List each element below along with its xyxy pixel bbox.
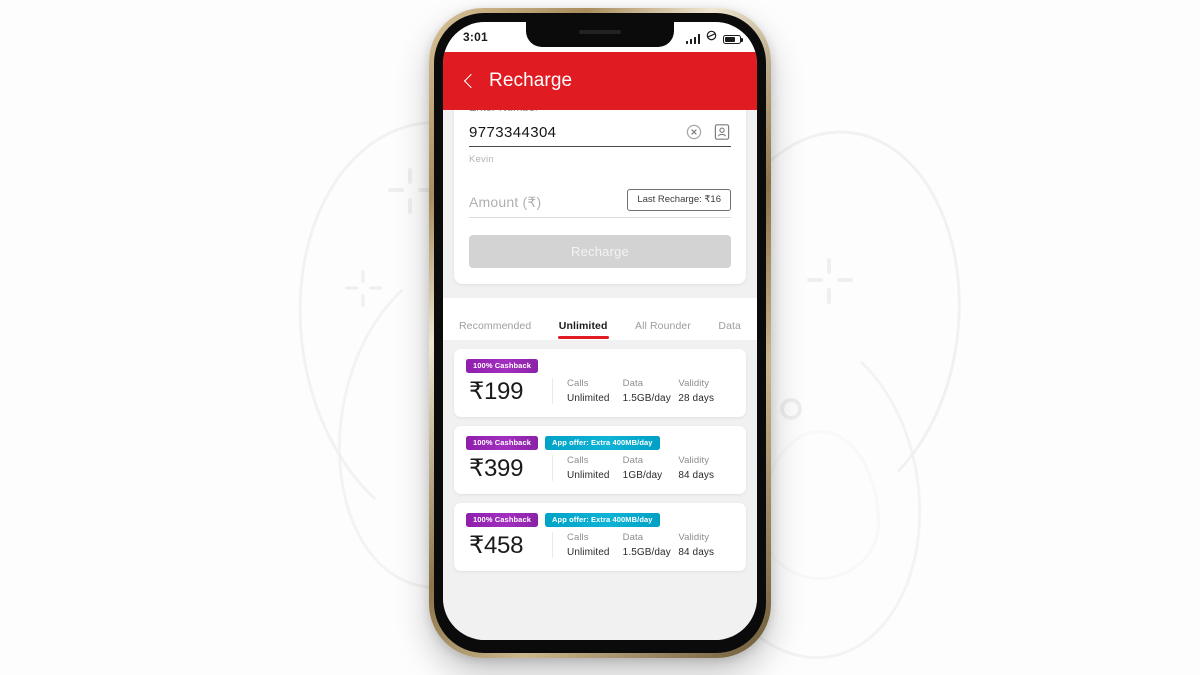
tab-unlimited[interactable]: Unlimited — [557, 320, 609, 340]
plan-card[interactable]: 100% Cashback ₹199 Calls Unlimited Data … — [454, 348, 746, 417]
earpiece-speaker — [579, 30, 621, 34]
spec-value: 1GB/day — [622, 470, 663, 481]
plan-price: ₹199 — [469, 377, 524, 405]
plan-card[interactable]: 100% Cashback App offer: Extra 400MB/day… — [454, 502, 746, 571]
status-bar-clock: 3:01 — [463, 30, 488, 44]
network-icon — [706, 30, 717, 44]
spec-label: Validity — [678, 455, 710, 466]
plan-specs: Calls Unlimited Data 1.5GB/day Validity — [552, 532, 734, 558]
last-recharge-button[interactable]: Last Recharge: ₹16 — [627, 189, 731, 211]
phone-number-row: 9773344304 — [469, 123, 731, 147]
plan-body: ₹399 Calls Unlimited Data 1GB/day Validi… — [466, 454, 734, 483]
phone-number-input[interactable]: 9773344304 — [469, 124, 675, 141]
cashback-badge: 100% Cashback — [466, 358, 539, 373]
plan-category-tabs: Recommended Unlimited All Rounder Data — [443, 297, 757, 340]
page-body: Enter Number 9773344304 — [443, 88, 757, 640]
spec-label: Calls — [567, 455, 589, 466]
spec-value: Unlimited — [567, 393, 610, 404]
plan-badges: 100% Cashback App offer: Extra 400MB/day — [466, 512, 734, 527]
phone-notch — [526, 22, 674, 47]
phone-screen: 3:01 Recharge 9773344304 Kevin Amount (₹… — [443, 22, 757, 640]
spec-label: Calls — [567, 532, 589, 543]
plan-list: 100% Cashback ₹199 Calls Unlimited Data … — [443, 340, 757, 571]
spec-label: Validity — [678, 532, 710, 543]
app-offer-badge: App offer: Extra 400MB/day — [545, 512, 660, 527]
spec-value: 84 days — [678, 547, 715, 558]
spec-value: 84 days — [678, 470, 715, 481]
contact-name-label: Kevin — [469, 154, 494, 165]
tab-all-rounder[interactable]: All Rounder — [635, 320, 691, 340]
contact-card-icon[interactable] — [713, 123, 731, 141]
spec-value: Unlimited — [567, 470, 610, 481]
plan-body: ₹458 Calls Unlimited Data 1.5GB/day Vali… — [466, 531, 734, 560]
plan-specs: Calls Unlimited Data 1GB/day Validity 84… — [552, 455, 734, 481]
status-bar-icons — [685, 30, 743, 44]
recharge-form-card: Enter Number 9773344304 — [454, 88, 746, 284]
plan-spec-validity: Validity 84 days — [678, 455, 734, 481]
plan-card[interactable]: 100% Cashback App offer: Extra 400MB/day… — [454, 425, 746, 494]
back-chevron-icon[interactable] — [459, 71, 479, 91]
spec-label: Calls — [567, 378, 589, 389]
spec-value: 28 days — [678, 393, 715, 404]
amount-input[interactable]: Amount (₹) — [469, 194, 541, 211]
screenshot-canvas: 3:01 Recharge 9773344304 Kevin Amount (₹… — [0, 0, 1200, 675]
phone-device-frame: 3:01 Recharge 9773344304 Kevin Amount (₹… — [429, 8, 771, 658]
page-title: Recharge — [489, 70, 573, 91]
phone-bezel: 3:01 Recharge 9773344304 Kevin Amount (₹… — [434, 13, 766, 653]
plan-spec-data: Data 1GB/day — [623, 455, 679, 481]
plan-spec-calls: Calls Unlimited — [567, 455, 623, 481]
recharge-submit-button[interactable]: Recharge — [469, 234, 731, 268]
plan-spec-data: Data 1.5GB/day — [623, 532, 679, 558]
decorative-droplet — [760, 430, 880, 580]
tab-data[interactable]: Data — [718, 320, 741, 340]
amount-row: Amount (₹) Last Recharge: ₹16 — [469, 189, 731, 218]
tab-recommended[interactable]: Recommended — [459, 320, 531, 340]
spec-value: 1.5GB/day — [622, 547, 671, 558]
app-header: Recharge — [443, 52, 757, 110]
decorative-ring — [780, 398, 802, 420]
plan-badges: 100% Cashback — [466, 358, 734, 373]
plan-spec-validity: Validity 28 days — [678, 378, 734, 404]
spec-value: Unlimited — [567, 547, 610, 558]
signal-bars-icon — [685, 34, 700, 44]
plan-spec-calls: Calls Unlimited — [567, 532, 623, 558]
app-offer-badge: App offer: Extra 400MB/day — [545, 435, 660, 450]
plan-price: ₹399 — [469, 454, 524, 482]
cashback-badge: 100% Cashback — [466, 512, 539, 527]
plan-specs: Calls Unlimited Data 1.5GB/day Validity — [552, 378, 734, 404]
spec-label: Data — [622, 532, 644, 543]
plan-spec-data: Data 1.5GB/day — [623, 378, 679, 404]
spec-label: Data — [622, 378, 644, 389]
battery-icon — [723, 35, 743, 44]
plan-spec-validity: Validity 84 days — [678, 532, 734, 558]
plan-price: ₹458 — [469, 531, 524, 559]
cashback-badge: 100% Cashback — [466, 435, 539, 450]
plan-spec-calls: Calls Unlimited — [567, 378, 623, 404]
spec-label: Data — [622, 455, 644, 466]
spec-value: 1.5GB/day — [622, 393, 671, 404]
clear-circle-icon[interactable] — [685, 123, 703, 141]
plan-body: ₹199 Calls Unlimited Data 1.5GB/day Vali… — [466, 377, 734, 406]
plan-badges: 100% Cashback App offer: Extra 400MB/day — [466, 435, 734, 450]
spec-label: Validity — [678, 378, 710, 389]
